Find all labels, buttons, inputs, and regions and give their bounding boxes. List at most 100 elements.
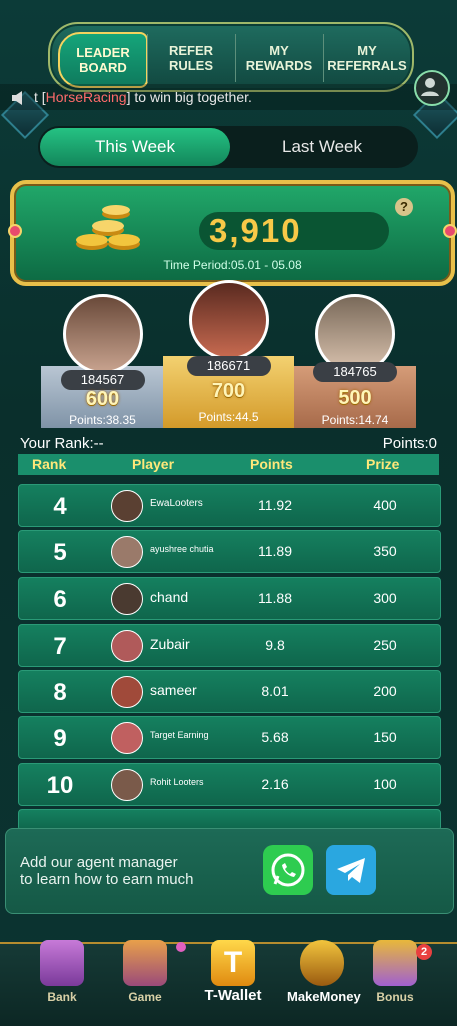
agent-line-2: to learn how to earn much	[20, 871, 194, 888]
telegram-icon[interactable]	[326, 845, 376, 895]
podium-points: Points:14.74	[321, 413, 389, 427]
row-prize: 150	[373, 729, 397, 745]
nav-t-wallet-label: T-Wallet	[204, 987, 262, 1004]
row-prize: 200	[373, 683, 397, 699]
avatar	[111, 536, 143, 568]
row-player: ayushree chutia	[150, 544, 214, 554]
nav-bonus-label: Bonus	[376, 990, 414, 1004]
notice-prefix: t [	[34, 89, 46, 105]
avatar	[111, 722, 143, 754]
table-row: 9 Target Earning 5.68 150	[18, 716, 441, 759]
profile-icon[interactable]	[414, 70, 450, 106]
bank-icon	[40, 940, 84, 986]
nav-bank-label: Bank	[47, 990, 77, 1004]
table-row: 7 Zubair 9.8 250	[18, 624, 441, 667]
table-row: 4 EwaLooters 11.92 400	[18, 484, 441, 527]
slot-machine-icon	[123, 940, 167, 986]
notice-game: HorseRacing	[45, 89, 127, 105]
header-player: Player	[132, 456, 175, 472]
podium-uid: 184765	[313, 362, 397, 382]
tab-my-rewards[interactable]: MY REWARDS	[236, 32, 322, 84]
bonus-badge: 2	[416, 944, 432, 960]
row-player: Target Earning	[150, 730, 209, 740]
table-header: Rank Player Points Prize	[18, 454, 439, 475]
prize-pool-banner: 3,910 ? Time Period:05.01 - 05.08	[8, 180, 457, 286]
tab-leader-board[interactable]: LEADER BOARD	[58, 32, 148, 88]
avatar	[62, 294, 143, 374]
gold-coins-icon	[76, 205, 140, 250]
your-points: Points:0	[382, 435, 437, 452]
row-points: 11.89	[258, 543, 292, 559]
row-rank: 7	[53, 633, 67, 660]
nav-bank[interactable]: Bank	[27, 940, 97, 1024]
help-icon[interactable]: ?	[395, 198, 413, 216]
whatsapp-icon[interactable]	[263, 845, 313, 895]
podium-prize: 500	[338, 387, 372, 409]
row-points: 11.88	[258, 590, 292, 606]
podium-prize: 700	[211, 380, 246, 402]
nav-game[interactable]: Game	[110, 940, 186, 1024]
row-player: sameer	[150, 682, 197, 698]
table-row: 10 Rohit Looters 2.16 100	[18, 763, 441, 806]
bottom-nav: Bank Game T T-Wallet MakeMoney Bonus 2	[0, 940, 457, 1026]
top-tab-bar: LEADER BOARD REFER RULES MY REWARDS MY R…	[48, 22, 414, 92]
nav-game-label: Game	[128, 990, 162, 1004]
podium-uid: 184567	[60, 370, 145, 390]
row-points: 5.68	[261, 729, 289, 745]
time-period: Time Period:05.01 - 05.08	[163, 258, 302, 272]
make-money-icon	[300, 940, 344, 986]
agent-manager-card: Add our agent manager to learn how to ea…	[5, 828, 454, 914]
nav-bonus[interactable]: Bonus 2	[360, 940, 432, 1024]
this-week-button[interactable]: This Week	[40, 128, 230, 166]
table-row: 8 sameer 8.01 200	[18, 670, 441, 713]
row-rank: 5	[53, 539, 67, 566]
table-row: 5 ayushree chutia 11.89 350	[18, 530, 441, 573]
row-player: Zubair	[150, 636, 190, 652]
avatar	[111, 490, 143, 522]
nav-make-money-label: MakeMoney	[287, 989, 361, 1004]
avatar	[188, 280, 269, 360]
header-rank: Rank	[32, 456, 67, 472]
row-prize: 300	[373, 590, 397, 606]
podium-points: Points:44.5	[198, 410, 259, 424]
tab-refer-rules[interactable]: REFER RULES	[148, 32, 234, 84]
podium-first: 186671 700 Points:44.5	[163, 276, 294, 428]
nav-make-money[interactable]: MakeMoney	[287, 940, 361, 1024]
row-player: Rohit Looters	[150, 777, 204, 787]
row-rank: 4	[53, 493, 67, 520]
row-prize: 400	[373, 497, 397, 513]
your-rank: Your Rank:--	[20, 435, 104, 452]
row-points: 9.8	[265, 637, 285, 653]
avatar	[111, 630, 143, 662]
row-prize: 350	[373, 543, 397, 559]
notice-ticker: t [HorseRacing] to win big together.	[0, 84, 457, 110]
row-points: 2.16	[261, 776, 289, 792]
podium-third: 184765 500 Points:14.74	[294, 276, 416, 428]
week-switch: This Week Last Week	[38, 126, 418, 168]
row-points: 8.01	[261, 683, 289, 699]
header-prize: Prize	[366, 456, 400, 472]
podium-uid: 186671	[186, 356, 271, 376]
t-wallet-icon: T	[211, 940, 255, 986]
row-rank: 10	[46, 772, 74, 799]
avatar	[111, 583, 143, 615]
agent-line-1: Add our agent manager	[20, 854, 178, 871]
prize-pool-amount: 3,910	[199, 212, 389, 250]
nav-t-wallet[interactable]: T T-Wallet	[198, 940, 268, 1024]
speaker-icon	[12, 91, 22, 106]
row-player: EwaLooters	[150, 498, 203, 509]
podium-prize: 600	[85, 388, 120, 410]
row-rank: 9	[53, 725, 67, 752]
row-player: chand	[150, 589, 189, 605]
podium-points: Points:38.35	[69, 413, 136, 427]
table-row: 6 chand 11.88 300	[18, 577, 441, 620]
notice-suffix: ] to win big together.	[126, 89, 252, 105]
tab-my-referrals[interactable]: MY REFERRALS	[324, 32, 410, 84]
row-prize: 250	[373, 637, 397, 653]
podium-second: 184567 600 Points:38.35	[41, 276, 164, 428]
gift-icon	[373, 940, 417, 986]
avatar	[111, 769, 143, 801]
last-week-button[interactable]: Last Week	[228, 128, 416, 166]
row-points: 11.92	[258, 497, 292, 513]
row-rank: 8	[53, 679, 67, 706]
